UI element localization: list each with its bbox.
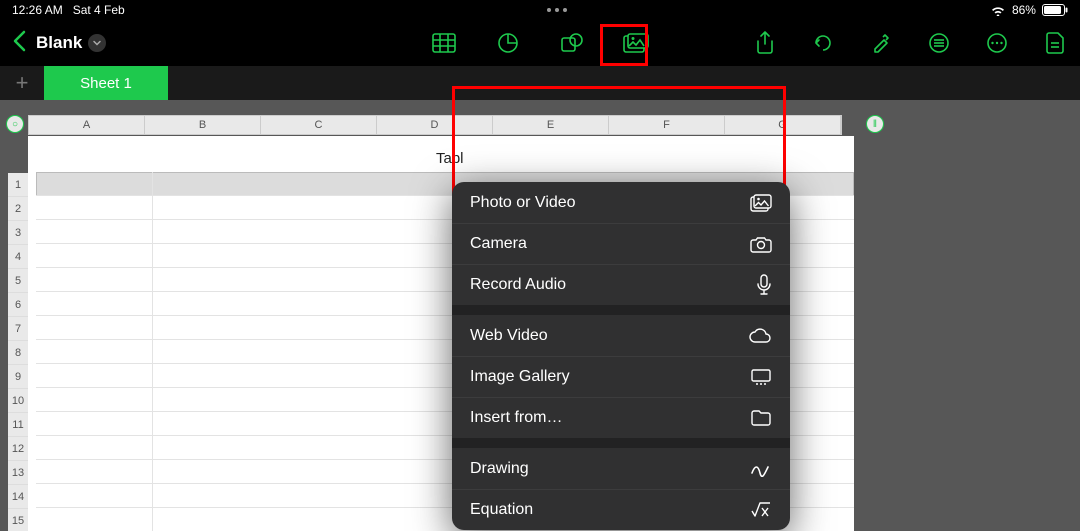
organize-button[interactable] [926, 30, 952, 56]
insert-chart-button[interactable] [495, 30, 521, 56]
row-header[interactable]: 3 [8, 221, 28, 245]
status-date: Sat 4 Feb [73, 3, 125, 17]
insert-media-button[interactable] [623, 30, 649, 56]
row-header[interactable]: 4 [8, 245, 28, 269]
table-title[interactable]: Tabl [36, 144, 464, 172]
menu-label: Web Video [470, 327, 548, 345]
document-title[interactable]: Blank [36, 33, 82, 53]
undo-button[interactable] [810, 30, 836, 56]
col-header[interactable]: D [377, 116, 493, 134]
row-header[interactable]: 11 [8, 413, 28, 437]
row-header[interactable]: 15 [8, 509, 28, 531]
battery-percent: 86% [1012, 3, 1036, 17]
sqrt-icon [750, 501, 772, 519]
insert-table-button[interactable] [431, 30, 457, 56]
column-headers[interactable]: A B C D E F G [28, 115, 842, 135]
share-button[interactable] [752, 30, 778, 56]
row-header[interactable]: 7 [8, 317, 28, 341]
mic-icon [756, 274, 772, 296]
menu-label: Image Gallery [470, 368, 570, 386]
row-header[interactable]: 9 [8, 365, 28, 389]
gallery-icon [750, 368, 772, 386]
format-brush-button[interactable] [868, 30, 894, 56]
row-header[interactable]: 5 [8, 269, 28, 293]
menu-camera[interactable]: Camera [452, 223, 790, 264]
wifi-icon [990, 4, 1006, 16]
add-column-handle[interactable]: ‖ [866, 115, 884, 133]
row-header[interactable]: 14 [8, 485, 28, 509]
insert-shape-button[interactable] [559, 30, 585, 56]
col-header[interactable]: B [145, 116, 261, 134]
menu-label: Photo or Video [470, 194, 576, 212]
menu-photo-or-video[interactable]: Photo or Video [452, 182, 790, 223]
col-header[interactable]: E [493, 116, 609, 134]
photo-icon [750, 194, 772, 212]
sheet-tab-bar: + Sheet 1 [0, 66, 1080, 100]
row-header[interactable]: 8 [8, 341, 28, 365]
col-header[interactable]: A [29, 116, 145, 134]
menu-insert-from[interactable]: Insert from… [452, 397, 790, 438]
menu-label: Drawing [470, 460, 529, 478]
camera-icon [750, 235, 772, 253]
row-headers[interactable]: 1 2 3 4 5 6 7 8 9 10 11 12 13 14 15 [8, 173, 28, 531]
new-cell-button[interactable] [1042, 30, 1068, 56]
folder-icon [750, 410, 772, 426]
scribble-icon [750, 461, 772, 477]
row-header[interactable]: 6 [8, 293, 28, 317]
col-header[interactable]: C [261, 116, 377, 134]
col-header[interactable]: G [725, 116, 841, 134]
row-header[interactable]: 12 [8, 437, 28, 461]
col-header[interactable]: F [609, 116, 725, 134]
menu-label: Equation [470, 501, 533, 519]
row-header[interactable]: 1 [8, 173, 28, 197]
menu-web-video[interactable]: Web Video [452, 315, 790, 356]
row-header[interactable]: 10 [8, 389, 28, 413]
row-header[interactable]: 2 [8, 197, 28, 221]
menu-image-gallery[interactable]: Image Gallery [452, 356, 790, 397]
menu-drawing[interactable]: Drawing [452, 448, 790, 489]
sheet-tab[interactable]: Sheet 1 [44, 66, 168, 100]
back-button[interactable] [12, 28, 26, 59]
menu-record-audio[interactable]: Record Audio [452, 264, 790, 305]
status-bar: 12:26 AM Sat 4 Feb 86% [0, 0, 1080, 20]
menu-label: Record Audio [470, 276, 566, 294]
menu-equation[interactable]: Equation [452, 489, 790, 530]
sheet-area: ○ A B C D E F G ‖ Tabl 1 2 3 4 5 6 7 8 9… [0, 100, 1080, 531]
multitask-pill[interactable] [537, 8, 577, 12]
select-table-handle[interactable]: ○ [6, 115, 24, 133]
menu-label: Insert from… [470, 409, 562, 427]
insert-media-popover: Photo or Video Camera Record Audio Web V… [452, 182, 790, 530]
more-button[interactable] [984, 30, 1010, 56]
add-sheet-button[interactable]: + [0, 66, 44, 100]
row-header[interactable]: 13 [8, 461, 28, 485]
cloud-icon [748, 328, 772, 344]
top-toolbar: Blank [0, 20, 1080, 66]
battery-icon [1042, 4, 1068, 16]
title-chevron-icon[interactable] [88, 34, 106, 52]
menu-label: Camera [470, 235, 527, 253]
status-time: 12:26 AM [12, 3, 63, 17]
